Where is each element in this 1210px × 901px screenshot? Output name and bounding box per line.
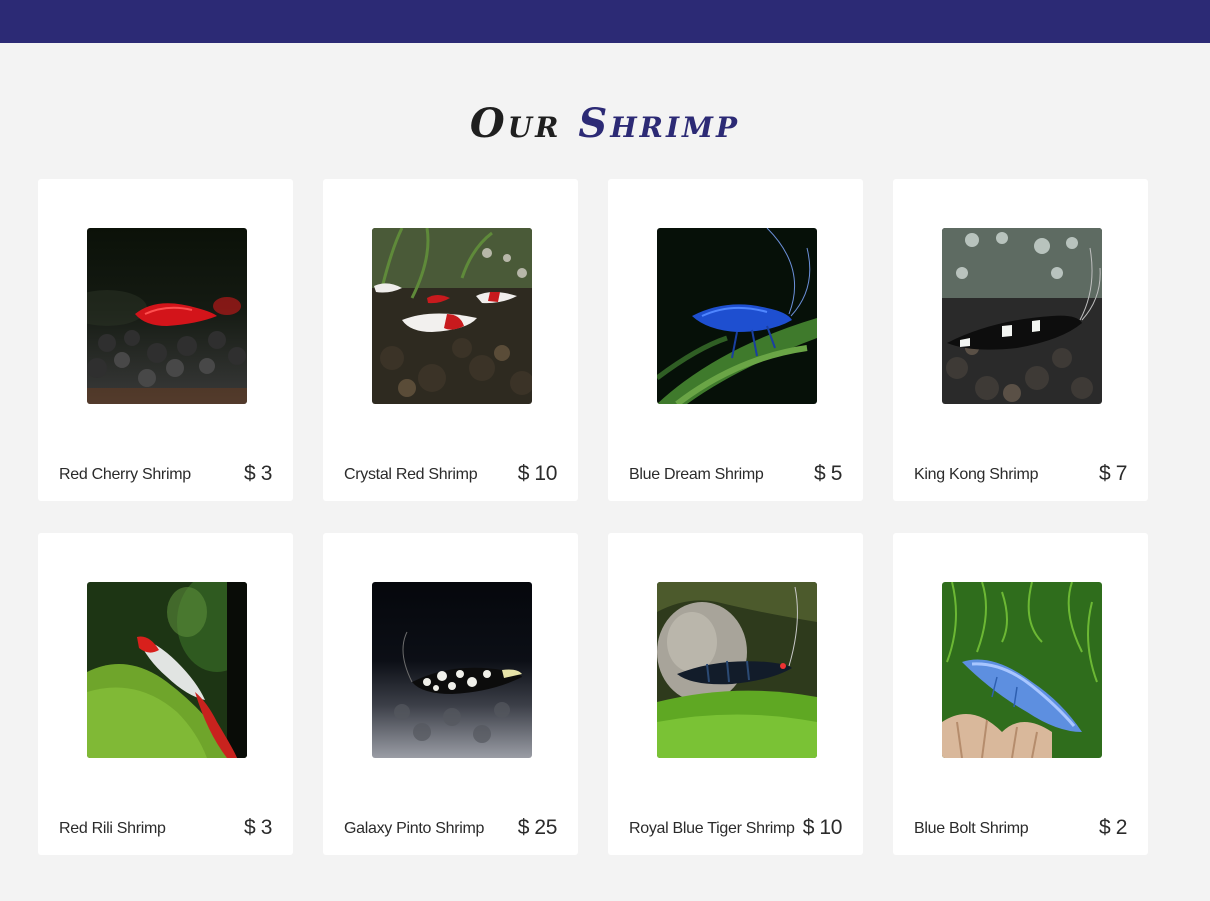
product-image-crystal-red[interactable] [372,228,532,404]
product-name[interactable]: Red Cherry Shrimp [59,466,191,484]
product-price: $ 3 [244,816,272,839]
product-name[interactable]: Galaxy Pinto Shrimp [344,820,484,838]
product-price: $ 25 [517,816,558,839]
product-name[interactable]: King Kong Shrimp [914,466,1038,484]
top-nav-bar [0,0,1210,43]
product-card[interactable]: Blue Dream Shrimp $ 5 [608,179,863,501]
product-card[interactable]: Crystal Red Shrimp $ 10 [323,179,578,501]
product-price: $ 3 [244,462,272,485]
product-price: $ 2 [1099,816,1127,839]
title-word-our: Our [469,100,562,147]
product-card[interactable]: Royal Blue Tiger Shrimp $ 10 [608,533,863,855]
product-image-blue-bolt[interactable] [942,582,1102,758]
title-word-shrimp: Shrimp [578,100,741,147]
product-name[interactable]: Crystal Red Shrimp [344,466,478,484]
product-name[interactable]: Red Rili Shrimp [59,820,166,838]
product-price: $ 10 [517,462,558,485]
product-price: $ 5 [814,462,842,485]
product-name[interactable]: Blue Dream Shrimp [629,466,764,484]
product-image-king-kong[interactable] [942,228,1102,404]
product-name[interactable]: Blue Bolt Shrimp [914,820,1029,838]
product-name[interactable]: Royal Blue Tiger Shrimp [629,820,795,838]
product-card[interactable]: Red Rili Shrimp $ 3 [38,533,293,855]
product-image-galaxy-pinto[interactable] [372,582,532,758]
product-card[interactable]: Red Cherry Shrimp $ 3 [38,179,293,501]
product-card[interactable]: Blue Bolt Shrimp $ 2 [893,533,1148,855]
page-title: Our Shrimp [0,100,1210,147]
product-card[interactable]: Galaxy Pinto Shrimp $ 25 [323,533,578,855]
product-image-red-cherry[interactable] [87,228,247,404]
product-image-blue-dream[interactable] [657,228,817,404]
product-image-royal-blue-tiger[interactable] [657,582,817,758]
product-price: $ 7 [1099,462,1127,485]
product-price: $ 10 [802,816,843,839]
product-card[interactable]: King Kong Shrimp $ 7 [893,179,1148,501]
product-image-red-rili[interactable] [87,582,247,758]
